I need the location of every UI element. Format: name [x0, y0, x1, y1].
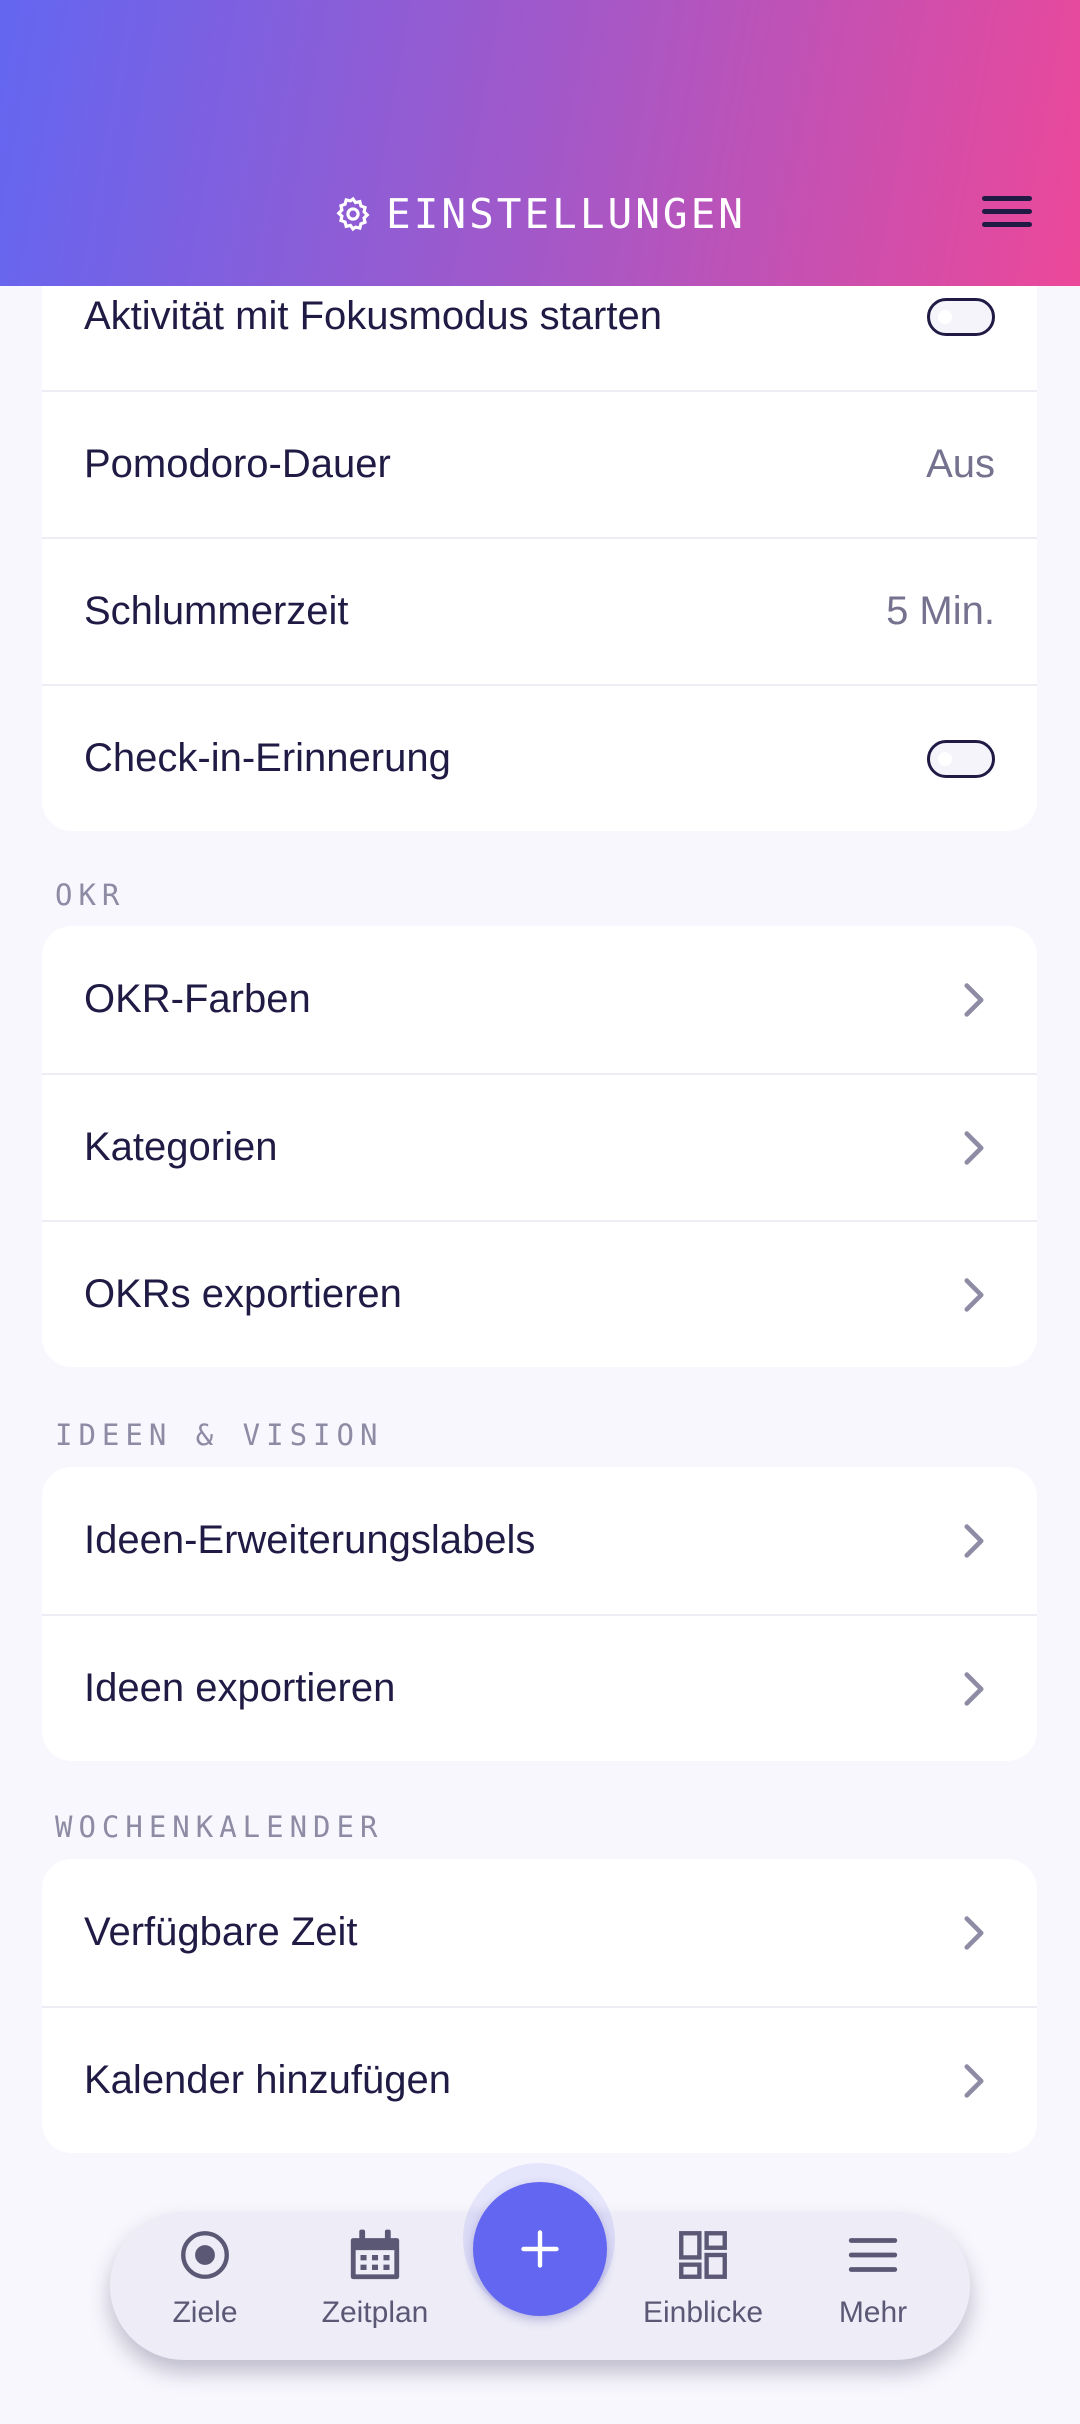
row-label: OKR-Farben	[84, 977, 311, 1021]
ideas-settings-card: Ideen-Erweiterungslabels Ideen exportier…	[42, 1467, 1037, 1761]
add-button[interactable]	[473, 2182, 607, 2316]
calendar-settings-card: Verfügbare Zeit Kalender hinzufügen	[42, 1859, 1037, 2153]
section-title-okr: OKR	[55, 878, 126, 912]
row-value: 5 Min.	[886, 589, 995, 633]
row-label: Verfügbare Zeit	[84, 1910, 358, 1954]
menu-icon	[848, 2238, 898, 2272]
chevron-right-icon	[964, 982, 984, 1017]
settings-row-okr-colors[interactable]: OKR-Farben	[42, 926, 1037, 1073]
settings-row-add-calendar[interactable]: Kalender hinzufügen	[42, 2006, 1037, 2153]
nav-item-more[interactable]: Mehr	[798, 2226, 948, 2330]
plus-icon	[521, 2230, 559, 2268]
chevron-right-icon	[964, 1130, 984, 1165]
nav-item-goals[interactable]: Ziele	[130, 2226, 280, 2330]
settings-row-available-time[interactable]: Verfügbare Zeit	[42, 1859, 1037, 2006]
focus-mode-toggle[interactable]	[927, 297, 995, 336]
row-label: OKRs exportieren	[84, 1272, 402, 1316]
okr-settings-card: OKR-Farben Kategorien OKRs exportieren	[42, 926, 1037, 1367]
gear-icon	[336, 196, 370, 232]
row-label: Schlummerzeit	[84, 589, 349, 633]
nav-label: Mehr	[838, 2296, 908, 2329]
settings-row-checkin-reminder[interactable]: Check-in-Erinnerung	[42, 684, 1037, 831]
row-value: Aus	[926, 442, 995, 486]
settings-row-export-ideas[interactable]: Ideen exportieren	[42, 1614, 1037, 1761]
chevron-right-icon	[964, 2063, 984, 2098]
nav-label: Zeitplan	[321, 2296, 429, 2329]
row-label: Ideen-Erweiterungslabels	[84, 1518, 536, 1562]
general-settings-card: Aktivität mit Fokusmodus starten Pomodor…	[42, 243, 1037, 831]
target-icon	[181, 2231, 229, 2279]
settings-row-snooze[interactable]: Schlummerzeit 5 Min.	[42, 537, 1037, 684]
app-header: EINSTELLUNGEN	[0, 0, 1080, 286]
page-title: EINSTELLUNGEN	[0, 190, 1080, 238]
row-label: Pomodoro-Dauer	[84, 442, 391, 486]
settings-row-pomodoro[interactable]: Pomodoro-Dauer Aus	[42, 390, 1037, 537]
chevron-right-icon	[964, 1915, 984, 1950]
nav-item-schedule[interactable]: Zeitplan	[300, 2226, 450, 2330]
chevron-right-icon	[964, 1671, 984, 1706]
settings-row-export-okrs[interactable]: OKRs exportieren	[42, 1220, 1037, 1367]
row-label: Aktivität mit Fokusmodus starten	[84, 294, 662, 338]
page-title-text: EINSTELLUNGEN	[386, 190, 746, 238]
nav-label: Ziele	[172, 2296, 238, 2329]
row-label: Kalender hinzufügen	[84, 2058, 451, 2102]
settings-row-idea-labels[interactable]: Ideen-Erweiterungslabels	[42, 1467, 1037, 1614]
section-title-ideas: IDEEN & VISION	[55, 1418, 384, 1452]
checkin-reminder-toggle[interactable]	[927, 739, 995, 778]
row-label: Ideen exportieren	[84, 1666, 396, 1710]
chevron-right-icon	[964, 1523, 984, 1558]
nav-label: Einblicke	[642, 2296, 764, 2329]
dashboard-icon	[679, 2231, 727, 2279]
hamburger-menu-icon[interactable]	[982, 196, 1032, 236]
row-label: Check-in-Erinnerung	[84, 736, 451, 780]
calendar-icon	[350, 2229, 400, 2280]
nav-item-insights[interactable]: Einblicke	[628, 2226, 778, 2330]
row-label: Kategorien	[84, 1125, 278, 1169]
chevron-right-icon	[964, 1277, 984, 1312]
section-title-calendar: WOCHENKALENDER	[55, 1810, 384, 1844]
settings-row-categories[interactable]: Kategorien	[42, 1073, 1037, 1220]
